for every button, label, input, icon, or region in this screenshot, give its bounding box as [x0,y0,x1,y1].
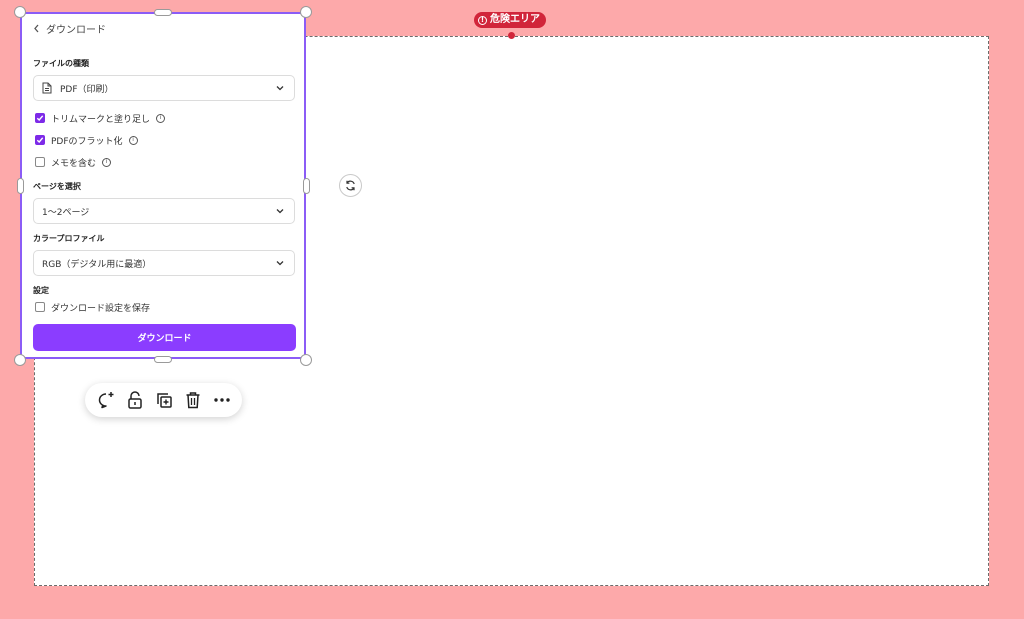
include-notes-checkbox[interactable] [35,157,45,167]
more-icon [213,398,230,402]
duplicate-icon [156,393,172,408]
element-toolbar [85,383,242,417]
color-profile-select[interactable]: RGB（デジタル用に最適） [33,250,295,276]
comment-add-icon [98,392,113,409]
chevron-down-icon [276,261,284,266]
option-flatten-pdf[interactable]: PDFのフラット化 i [35,133,138,147]
chevron-down-icon [276,86,284,91]
settings-label: 設定 [33,286,49,295]
document-icon [42,82,52,94]
save-settings-checkbox[interactable] [35,302,45,312]
save-settings-label: ダウンロード設定を保存 [51,303,151,314]
option-save-settings[interactable]: ダウンロード設定を保存 [35,300,150,314]
option-trim-marks[interactable]: トリムマークと塗り足し i [35,111,166,125]
resize-handle-top-left[interactable] [14,6,26,18]
info-icon[interactable]: i [128,135,138,145]
trim-marks-label: トリムマークと塗り足し [51,114,151,125]
unlock-icon [127,391,142,409]
rotate-icon [346,180,355,191]
info-icon[interactable]: i [156,113,166,123]
option-include-notes[interactable]: メモを含む i [35,155,112,169]
chevron-down-icon [276,209,284,214]
pages-value: 1〜2ページ [42,207,90,218]
resize-handle-bottom-right[interactable] [300,354,312,366]
color-profile-label: カラープロファイル [33,234,105,243]
add-comment-button[interactable] [95,389,117,411]
resize-handle-bottom-left[interactable] [14,354,26,366]
back-link[interactable]: ダウンロード [33,20,106,36]
rotate-button[interactable] [339,174,362,197]
danger-area-marker [508,32,515,39]
danger-area-label: 危険エリア [490,14,540,25]
check-icon [36,115,44,122]
check-icon [36,137,44,144]
resize-handle-left[interactable] [17,178,24,194]
color-profile-value: RGB（デジタル用に最適） [42,259,152,270]
resize-handle-right[interactable] [303,178,310,194]
trash-icon [186,392,199,409]
lock-button[interactable] [124,389,146,411]
delete-button[interactable] [182,389,204,411]
download-panel[interactable]: ダウンロード ファイルの種類 PDF（印刷） トリムマークと塗り足し i PDF… [21,14,305,358]
duplicate-button[interactable] [153,389,175,411]
danger-area-badge: ! 危険エリア [474,12,546,28]
include-notes-label: メモを含む [51,158,97,169]
more-button[interactable] [211,389,233,411]
back-label: ダウンロード [46,24,106,36]
warning-icon: ! [478,15,487,25]
resize-handle-bottom[interactable] [154,356,172,363]
flatten-pdf-label: PDFのフラット化 [51,136,123,147]
download-button[interactable]: ダウンロード [33,324,296,351]
resize-handle-top[interactable] [154,9,172,16]
resize-handle-top-right[interactable] [300,6,312,18]
file-type-label: ファイルの種類 [33,59,89,68]
file-type-value: PDF（印刷） [60,84,114,95]
file-type-select[interactable]: PDF（印刷） [33,75,295,101]
flatten-pdf-checkbox[interactable] [35,135,45,145]
pages-label: ページを選択 [33,182,81,191]
pages-select[interactable]: 1〜2ページ [33,198,295,224]
trim-marks-checkbox[interactable] [35,113,45,123]
chevron-left-icon [34,24,39,32]
info-icon[interactable]: i [102,157,112,167]
